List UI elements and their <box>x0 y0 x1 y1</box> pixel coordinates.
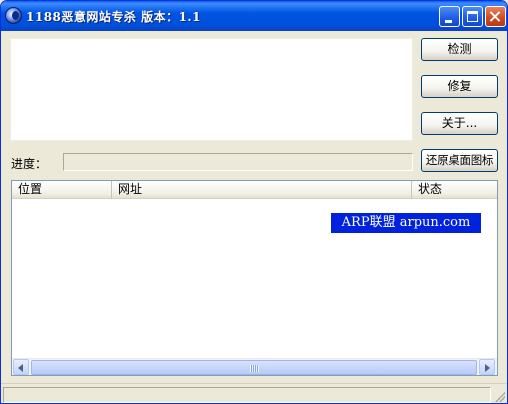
resize-grip-icon[interactable] <box>495 392 505 402</box>
repair-button[interactable]: 修复 <box>421 75 498 98</box>
app-icon[interactable] <box>5 7 22 24</box>
window-title: 1188恶意网站专杀 版本：1.1 <box>26 10 201 24</box>
restore-desktop-icons-button[interactable]: 还原桌面图标 <box>421 149 498 172</box>
status-bar <box>1 383 507 403</box>
grip-icon <box>250 365 259 372</box>
title-bar[interactable]: 1188恶意网站专杀 版本：1.1 <box>1 1 507 31</box>
close-icon <box>486 7 505 26</box>
log-textbox[interactable] <box>10 38 413 141</box>
progress-label: 进度： <box>11 157 48 171</box>
maximize-button[interactable] <box>462 6 483 27</box>
column-header-location[interactable]: 位置 <box>12 181 112 199</box>
column-header-url[interactable]: 网址 <box>112 181 412 199</box>
status-pane <box>3 387 491 403</box>
progress-bar <box>63 153 413 171</box>
maximize-icon <box>467 11 478 22</box>
list-header: 位置 网址 状态 <box>12 181 497 199</box>
minimize-button[interactable] <box>439 6 460 27</box>
column-header-status[interactable]: 状态 <box>412 181 497 199</box>
scroll-right-icon[interactable] <box>479 359 495 375</box>
scrollbar-thumb[interactable] <box>31 360 477 375</box>
minimize-icon <box>445 20 452 23</box>
results-list[interactable]: 位置 网址 状态 ARP联盟 arpun.com <box>11 180 498 376</box>
main-window: 1188恶意网站专杀 版本：1.1 检测 修复 关于... 进度： 还原桌面图标… <box>0 0 508 404</box>
horizontal-scrollbar[interactable] <box>12 358 497 375</box>
watermark-banner: ARP联盟 arpun.com <box>331 213 481 233</box>
detect-button[interactable]: 检测 <box>421 38 498 61</box>
scroll-left-icon[interactable] <box>13 359 29 375</box>
about-button[interactable]: 关于... <box>421 112 498 135</box>
close-button[interactable] <box>485 6 506 27</box>
